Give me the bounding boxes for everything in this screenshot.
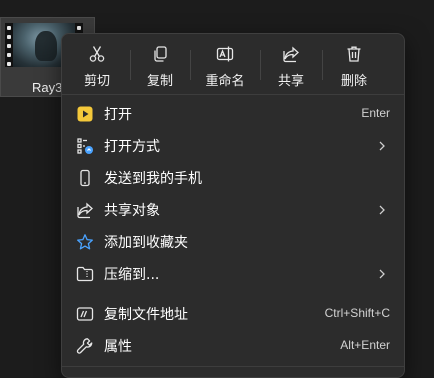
rename-label: 重命名 bbox=[205, 74, 245, 89]
rename-icon bbox=[216, 45, 234, 63]
copy-path-icon bbox=[76, 305, 94, 323]
cut-label: 剪切 bbox=[83, 74, 110, 89]
context-menu: 剪切 复制 重命名 共享 删除 打开 Enter 打开方式 发送到我的手机 共享… bbox=[61, 33, 405, 378]
menu-item-open-with[interactable]: 打开方式 bbox=[62, 130, 404, 162]
zip-folder-icon bbox=[76, 265, 94, 283]
menu-item-open[interactable]: 打开 Enter bbox=[62, 98, 404, 130]
share-icon bbox=[282, 45, 300, 63]
toolbar-separator bbox=[322, 50, 323, 80]
copy-button[interactable]: 复制 bbox=[132, 34, 188, 94]
menu-item-label: 共享对象 bbox=[104, 203, 160, 219]
menu-item-label: 打开方式 bbox=[104, 139, 160, 155]
chevron-right-icon bbox=[376, 203, 388, 217]
menu-item-properties[interactable]: 属性 Alt+Enter bbox=[62, 330, 404, 362]
wrench-icon bbox=[76, 337, 94, 355]
menu-item-label: 打开 bbox=[104, 107, 132, 123]
file-name-label: Ray3 bbox=[32, 80, 63, 95]
copy-icon bbox=[151, 45, 169, 63]
menu-item-add-to-favorites[interactable]: 添加到收藏夹 bbox=[62, 226, 404, 258]
share-label: 共享 bbox=[277, 74, 304, 89]
delete-label: 删除 bbox=[340, 74, 367, 89]
menu-item-copy-as-path[interactable]: 复制文件地址 Ctrl+Shift+C bbox=[62, 298, 404, 330]
context-menu-toolbar: 剪切 复制 重命名 共享 删除 bbox=[62, 34, 404, 94]
chevron-right-icon bbox=[376, 267, 388, 281]
shortcut-text: Alt+Enter bbox=[340, 338, 390, 352]
menu-item-label: 发送到我的手机 bbox=[104, 171, 202, 187]
menu-divider bbox=[62, 94, 404, 95]
chevron-right-icon bbox=[376, 139, 388, 153]
scissors-icon bbox=[88, 45, 106, 63]
delete-button[interactable]: 删除 bbox=[324, 34, 384, 94]
menu-item-label: 属性 bbox=[104, 339, 132, 355]
open-app-icon bbox=[76, 105, 94, 123]
shortcut-text: Enter bbox=[361, 106, 390, 120]
share-button[interactable]: 共享 bbox=[262, 34, 320, 94]
menu-item-label: 复制文件地址 bbox=[104, 307, 188, 323]
copy-label: 复制 bbox=[146, 74, 173, 89]
share-icon bbox=[76, 201, 94, 219]
cut-button[interactable]: 剪切 bbox=[66, 34, 128, 94]
menu-divider bbox=[62, 366, 404, 367]
toolbar-separator bbox=[260, 50, 261, 80]
open-with-icon bbox=[76, 137, 94, 155]
film-strip-icon bbox=[5, 23, 13, 67]
toolbar-separator bbox=[190, 50, 191, 80]
menu-item-send-to-phone[interactable]: 发送到我的手机 bbox=[62, 162, 404, 194]
menu-item-label: 压缩到... bbox=[104, 267, 160, 283]
star-icon bbox=[76, 233, 94, 251]
shortcut-text: Ctrl+Shift+C bbox=[324, 306, 390, 320]
menu-item-share-with[interactable]: 共享对象 bbox=[62, 194, 404, 226]
trash-icon bbox=[345, 45, 363, 63]
phone-icon bbox=[76, 169, 94, 187]
menu-item-compress-to[interactable]: 压缩到... bbox=[62, 258, 404, 290]
rename-button[interactable]: 重命名 bbox=[192, 34, 258, 94]
toolbar-separator bbox=[130, 50, 131, 80]
menu-item-label: 添加到收藏夹 bbox=[104, 235, 188, 251]
